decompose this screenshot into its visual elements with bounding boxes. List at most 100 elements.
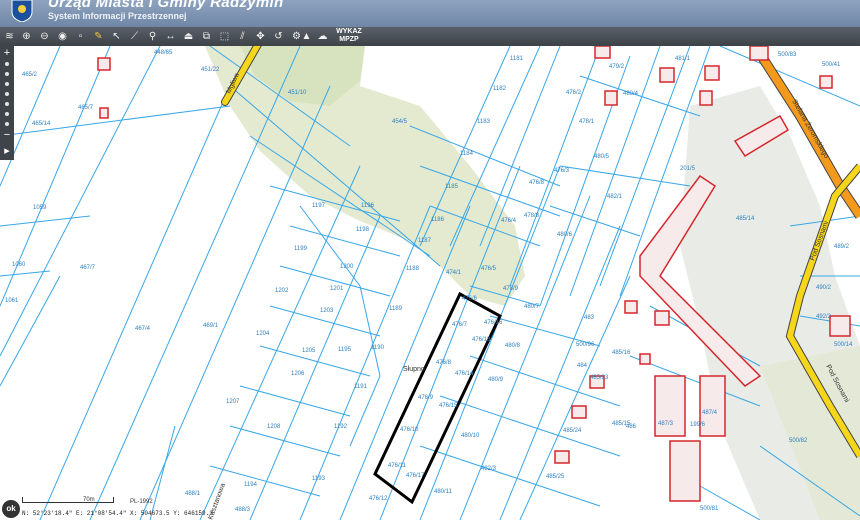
- svg-text:485/24: 485/24: [563, 428, 582, 434]
- svg-text:1189: 1189: [389, 306, 403, 312]
- svg-text:489/2: 489/2: [834, 244, 850, 250]
- zoom-level-dot[interactable]: [5, 62, 9, 66]
- zoom-in-icon[interactable]: ⊕: [19, 27, 34, 46]
- svg-text:480/7: 480/7: [524, 304, 540, 310]
- svg-text:1202: 1202: [275, 288, 289, 294]
- svg-text:1060: 1060: [12, 262, 26, 268]
- layer-toggle-icon[interactable]: ▫: [73, 27, 88, 46]
- pencil-icon[interactable]: ✎: [91, 27, 106, 46]
- hatch-icon[interactable]: ⫽: [235, 27, 250, 46]
- svg-text:476/11: 476/11: [388, 463, 407, 469]
- svg-text:500/81: 500/81: [700, 506, 719, 512]
- svg-text:474/1: 474/1: [446, 270, 462, 276]
- share-icon[interactable]: ☁: [315, 27, 330, 46]
- wykaz-mpzp-button[interactable]: WYKAZ MPZP: [332, 28, 366, 44]
- svg-text:1207: 1207: [226, 399, 240, 405]
- svg-text:465/7: 465/7: [78, 105, 94, 111]
- svg-text:490/2: 490/2: [816, 285, 832, 291]
- pointer-icon[interactable]: ↖: [109, 27, 124, 46]
- scale-bar: 70m: [22, 497, 114, 503]
- zoom-level-dot[interactable]: [5, 112, 9, 116]
- toolbar: ≋ ⊕ ⊖ ◉ ▫ ✎ ↖ ⟋ ⚲ ↔ ⏏ ⧉ ⬚ ⫽ ✥ ↺ ⚙ ▲ ☁ WY…: [0, 27, 860, 46]
- app-header: Urząd Miasta i Gminy Radzymin System Inf…: [0, 0, 860, 27]
- svg-text:1197: 1197: [312, 203, 326, 209]
- svg-text:1194: 1194: [244, 482, 258, 488]
- measure-line-icon[interactable]: ⟋: [127, 27, 142, 46]
- svg-text:485/16: 485/16: [612, 350, 631, 356]
- copy-icon[interactable]: ⧉: [199, 27, 214, 46]
- svg-text:500/82: 500/82: [789, 438, 808, 444]
- svg-text:482/3: 482/3: [481, 466, 497, 472]
- svg-text:476/10: 476/10: [400, 427, 419, 433]
- zoom-level-dot[interactable]: [5, 82, 9, 86]
- svg-text:467/4: 467/4: [135, 326, 151, 332]
- svg-text:476/16: 476/16: [484, 320, 503, 326]
- svg-text:467/7: 467/7: [80, 265, 96, 271]
- map-canvas[interactable]: 465/2 448/65 451/22 451/10 465/7 465/14 …: [0, 46, 860, 520]
- zoom-level-dot[interactable]: [5, 122, 9, 126]
- svg-text:1185: 1185: [445, 184, 459, 190]
- svg-text:486: 486: [626, 424, 637, 430]
- svg-text:476/12: 476/12: [369, 496, 388, 502]
- expand-panel-button[interactable]: ▸: [0, 146, 14, 157]
- triangle-icon[interactable]: ▲: [299, 27, 314, 46]
- zoom-out-icon[interactable]: ⊖: [37, 27, 52, 46]
- ok-button[interactable]: ok: [2, 500, 20, 518]
- svg-text:476/3: 476/3: [554, 168, 570, 174]
- svg-text:201/5: 201/5: [680, 166, 696, 172]
- svg-text:1190: 1190: [371, 345, 385, 351]
- street-label-zeromskiego: Stefana Żeromskiego: [790, 98, 831, 160]
- svg-text:1187: 1187: [418, 238, 432, 244]
- svg-text:476/9: 476/9: [418, 395, 434, 401]
- svg-text:479/2: 479/2: [609, 64, 625, 70]
- svg-text:1181: 1181: [510, 56, 524, 62]
- svg-text:487/3: 487/3: [658, 421, 674, 427]
- zoom-level-dot[interactable]: [5, 102, 9, 106]
- svg-text:448/65: 448/65: [154, 50, 173, 56]
- zoom-in-button[interactable]: +: [0, 48, 14, 59]
- svg-text:1196: 1196: [361, 203, 375, 209]
- svg-text:465/14: 465/14: [32, 121, 51, 127]
- svg-text:480/8: 480/8: [505, 343, 521, 349]
- svg-text:476/2: 476/2: [566, 90, 582, 96]
- svg-text:1191: 1191: [354, 384, 368, 390]
- undo-icon[interactable]: ↺: [271, 27, 286, 46]
- svg-text:478/1: 478/1: [579, 119, 595, 125]
- svg-text:1199: 1199: [294, 246, 308, 252]
- link-icon[interactable]: ⚲: [145, 27, 160, 46]
- pan-icon[interactable]: ↔: [163, 27, 178, 46]
- svg-text:478/9: 478/9: [503, 286, 519, 292]
- zoom-level-dot[interactable]: [5, 72, 9, 76]
- svg-text:1204: 1204: [256, 331, 270, 337]
- svg-text:487/4: 487/4: [702, 410, 718, 416]
- layers-icon[interactable]: ≋: [2, 27, 17, 46]
- svg-text:476/7: 476/7: [452, 322, 468, 328]
- svg-text:1201: 1201: [330, 286, 344, 292]
- svg-text:480/6: 480/6: [557, 232, 573, 238]
- print-icon[interactable]: ⏏: [181, 27, 196, 46]
- zoom-level-dot[interactable]: [5, 92, 9, 96]
- coordinate-readout: N: 52°23'18.4" E: 21°08'54.4" X: 504673.…: [22, 510, 213, 517]
- svg-text:1200: 1200: [340, 264, 354, 270]
- svg-text:476/13: 476/13: [472, 337, 491, 343]
- svg-text:476/8: 476/8: [529, 180, 545, 186]
- status-bar: ok 70m PL-1992 N: 52°23'18.4" E: 21°08'5…: [0, 492, 300, 520]
- zoom-out-button[interactable]: −: [0, 130, 14, 141]
- svg-text:1182: 1182: [493, 86, 507, 92]
- svg-text:451/22: 451/22: [201, 67, 220, 73]
- svg-text:454/5: 454/5: [392, 119, 408, 125]
- svg-text:476/8: 476/8: [436, 360, 452, 366]
- export-icon[interactable]: ⬚: [217, 27, 232, 46]
- mpzp-label: MPZP: [339, 36, 359, 43]
- zoom-sidebar: + − ▸: [0, 46, 14, 160]
- full-extent-icon[interactable]: ◉: [55, 27, 70, 46]
- svg-text:485/25: 485/25: [546, 474, 565, 480]
- svg-text:476/4: 476/4: [501, 218, 517, 224]
- svg-text:480/11: 480/11: [434, 489, 453, 495]
- svg-text:1193: 1193: [312, 476, 326, 482]
- svg-text:476/15: 476/15: [439, 403, 458, 409]
- svg-text:1198: 1198: [356, 227, 370, 233]
- svg-text:1205: 1205: [302, 348, 316, 354]
- move-icon[interactable]: ✥: [253, 27, 268, 46]
- svg-text:500/14: 500/14: [834, 342, 853, 348]
